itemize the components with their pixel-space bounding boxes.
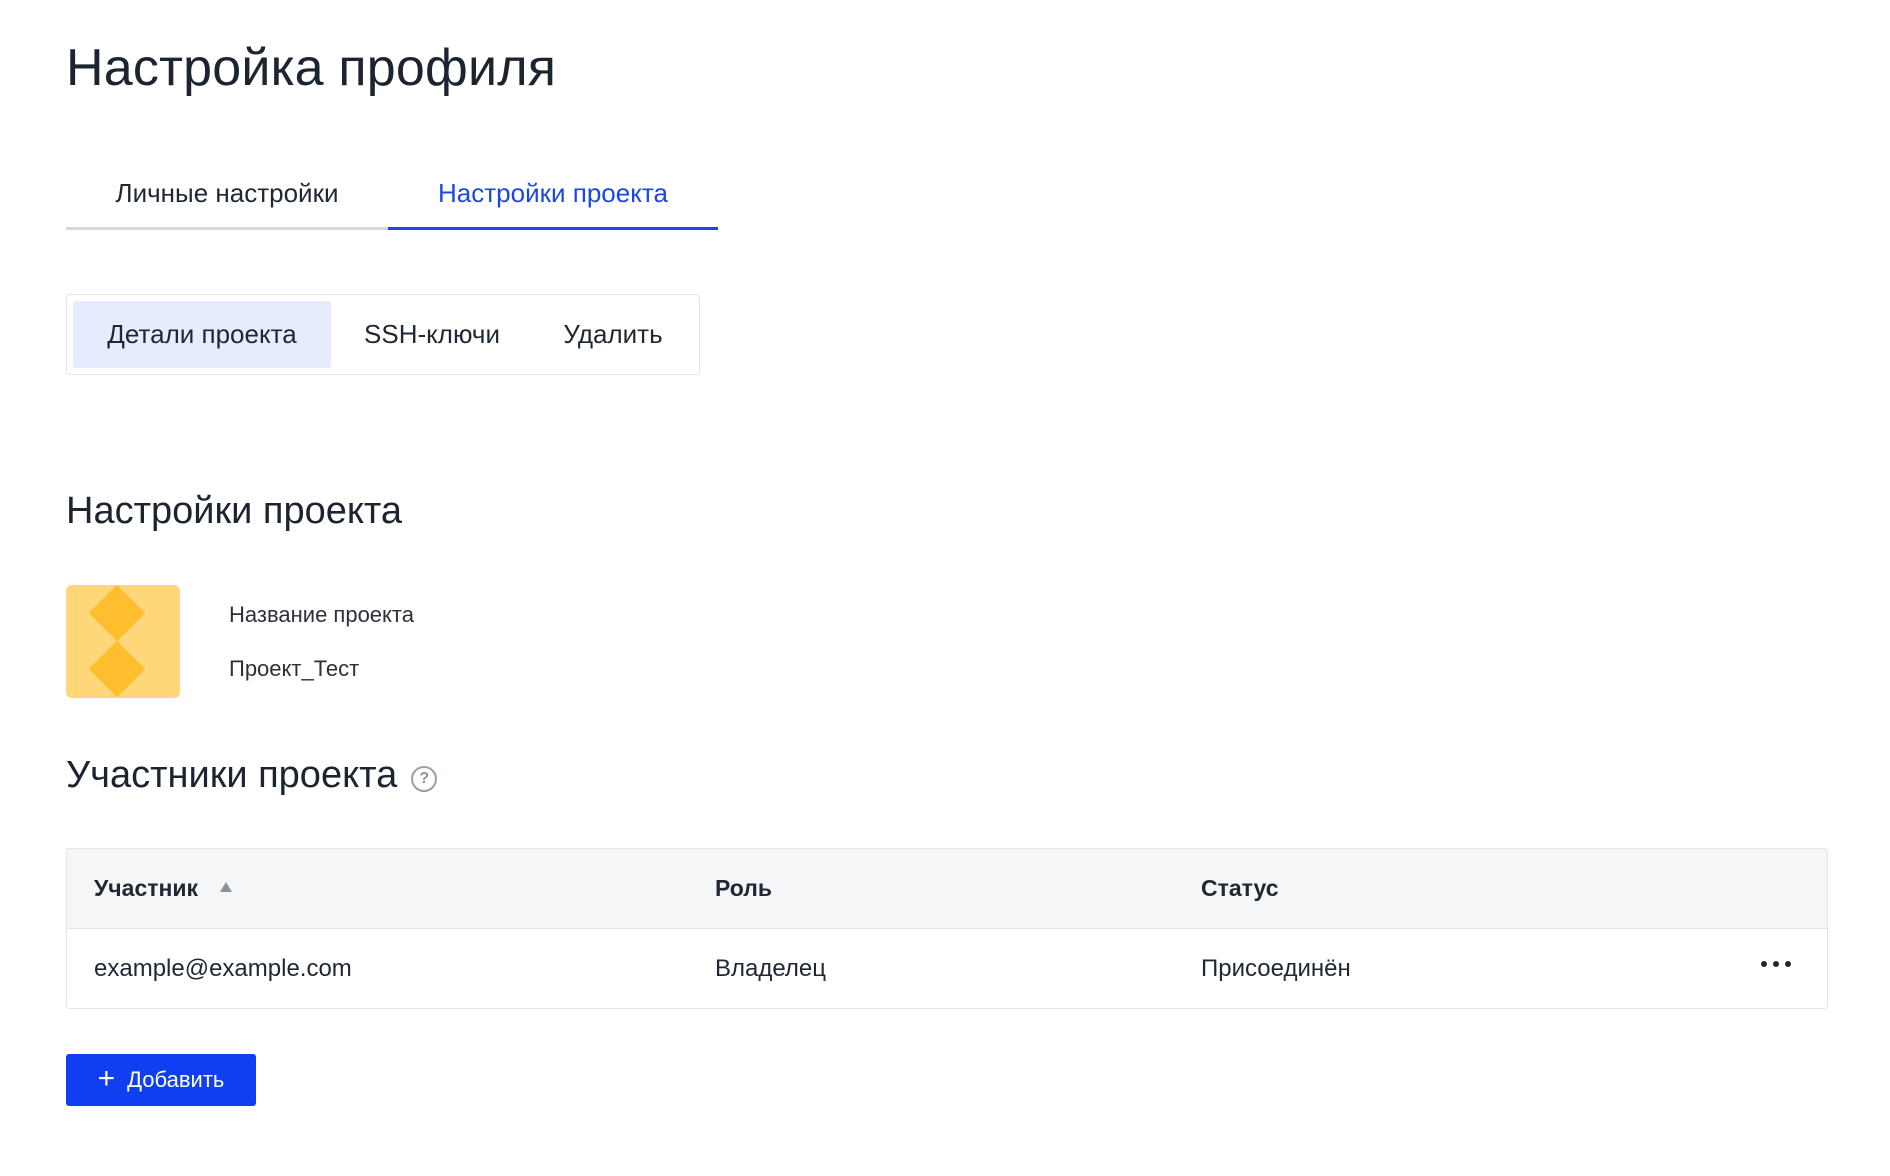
member-role: Владелец <box>715 954 827 982</box>
subtab-ssh-keys[interactable]: SSH-ключи <box>331 301 533 368</box>
table-row: example@example.com Владелец Присоединён <box>67 929 1827 1008</box>
profile-settings-page: Настройка профиля Личные настройки Настр… <box>0 0 1890 1176</box>
tab-project-settings[interactable]: Настройки проекта <box>388 160 718 230</box>
project-members-title: Участники проекта ? <box>66 754 438 797</box>
main-tabs: Личные настройки Настройки проекта <box>66 160 718 230</box>
project-avatar[interactable] <box>66 585 180 698</box>
diamond-shape <box>88 585 146 642</box>
sort-ascending-icon[interactable] <box>220 881 233 892</box>
add-member-button[interactable]: + Добавить <box>66 1054 256 1106</box>
tab-personal-settings[interactable]: Личные настройки <box>66 160 388 230</box>
project-name-value[interactable]: Проект_Тест <box>229 656 359 682</box>
subtab-project-details[interactable]: Детали проекта <box>73 301 331 368</box>
more-options-icon[interactable] <box>1761 957 1791 971</box>
table-header-row: Участник Роль Статус <box>67 849 1827 929</box>
column-header-role: Роль <box>715 875 772 901</box>
column-header-member[interactable]: Участник <box>94 875 233 902</box>
members-table: Участник Роль Статус example@example.com… <box>66 848 1828 1009</box>
column-header-status: Статус <box>1201 875 1279 901</box>
column-header-member-label: Участник <box>94 875 199 901</box>
member-email: example@example.com <box>94 954 352 982</box>
page-title: Настройка профиля <box>66 39 557 97</box>
project-members-title-text: Участники проекта <box>66 754 398 796</box>
member-status: Присоединён <box>1201 954 1351 982</box>
plus-icon: + <box>97 1061 116 1095</box>
project-subtabs: Детали проекта SSH-ключи Удалить <box>66 294 700 375</box>
project-name-label: Название проекта <box>229 602 414 627</box>
project-settings-title: Настройки проекта <box>66 490 403 532</box>
question-circle-icon[interactable]: ? <box>411 765 438 792</box>
add-member-button-label: Добавить <box>127 1067 225 1092</box>
subtab-delete[interactable]: Удалить <box>533 301 693 368</box>
diamond-shape <box>88 640 146 698</box>
